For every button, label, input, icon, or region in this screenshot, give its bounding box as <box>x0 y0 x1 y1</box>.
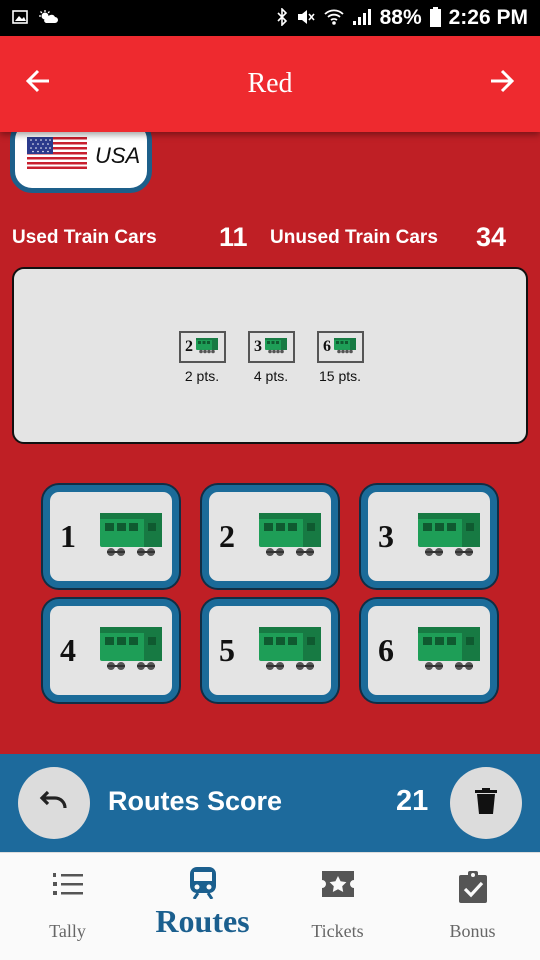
route-length-button-2[interactable]: 2 <box>202 485 338 588</box>
route-points: 4 pts. <box>253 368 289 384</box>
route-points: 2 pts. <box>184 368 220 384</box>
train-icon <box>189 867 217 904</box>
route-length: 2 <box>185 338 193 355</box>
train-car-icon <box>416 511 482 562</box>
arrow-left-icon[interactable] <box>18 67 58 102</box>
arrow-right-icon[interactable] <box>482 67 522 102</box>
train-car-icon <box>416 625 482 676</box>
route-length: 3 <box>254 338 262 355</box>
battery-percent: 88% <box>379 6 422 29</box>
route-length-number: 4 <box>60 632 76 668</box>
nav-tally[interactable]: Tally <box>0 853 135 960</box>
train-car-counts: Used Train Cars 11 Unused Train Cars 34 <box>0 222 540 256</box>
nav-label: Tally <box>49 921 86 941</box>
used-train-cars-value: 11 <box>219 222 248 252</box>
unused-train-cars-label: Unused Train Cars <box>270 227 438 248</box>
played-route-item[interactable]: 2 2 pts. <box>167 331 237 384</box>
route-length-button-1[interactable]: 1 <box>43 485 179 588</box>
battery-icon <box>429 6 441 30</box>
score-bar: Routes Score 21 <box>0 754 540 852</box>
clock: 2:26 PM <box>448 6 528 29</box>
nav-label: Bonus <box>449 921 496 941</box>
route-length-number: 5 <box>219 632 235 668</box>
image-notification-icon <box>12 9 28 27</box>
nav-bonus[interactable]: Bonus <box>405 853 540 960</box>
route-length-button-4[interactable]: 4 <box>43 599 179 702</box>
route-length-button-5[interactable]: 5 <box>202 599 338 702</box>
route-card: 2 <box>178 331 226 363</box>
train-car-icon <box>195 336 219 359</box>
country-name: USA <box>95 142 141 168</box>
route-length: 6 <box>323 338 331 355</box>
clipboard-check-icon <box>458 871 487 908</box>
played-routes-panel: 2 2 pts. 3 4 pts. 6 15 pts. <box>12 267 528 444</box>
route-length-number: 3 <box>378 518 394 554</box>
route-length-button-3[interactable]: 3 <box>361 485 497 588</box>
route-card: 3 <box>247 331 295 363</box>
mute-icon <box>296 8 316 29</box>
nav-routes[interactable]: Routes <box>135 853 270 960</box>
route-length-number: 1 <box>60 518 76 554</box>
signal-icon <box>352 8 372 29</box>
train-car-icon <box>98 511 164 562</box>
numbered-list-icon <box>52 871 83 902</box>
status-bar: 88% 2:26 PM <box>0 0 540 36</box>
route-length-number: 6 <box>378 632 394 668</box>
ticket-star-icon <box>321 871 354 902</box>
played-route-item[interactable]: 6 15 pts. <box>305 331 375 384</box>
route-points: 15 pts. <box>318 368 362 384</box>
train-car-icon <box>257 625 323 676</box>
train-car-icon <box>98 625 164 676</box>
used-train-cars-label: Used Train Cars <box>12 227 157 248</box>
bluetooth-icon <box>276 6 288 29</box>
train-car-icon <box>264 336 288 359</box>
nav-label: Tickets <box>311 921 364 941</box>
nav-label: Routes <box>155 903 250 939</box>
undo-icon <box>39 790 69 817</box>
us-flag-icon <box>27 137 87 174</box>
nav-tickets[interactable]: Tickets <box>270 853 405 960</box>
bottom-navigation: Tally Routes Tickets Bonus <box>0 852 540 960</box>
route-length-button-6[interactable]: 6 <box>361 599 497 702</box>
train-car-icon <box>333 336 357 359</box>
clear-button[interactable] <box>450 767 522 839</box>
app-bar: Red <box>0 36 540 132</box>
routes-score-value: 21 <box>396 785 429 817</box>
played-route-item[interactable]: 3 4 pts. <box>236 331 306 384</box>
undo-button[interactable] <box>18 767 90 839</box>
weather-icon <box>38 9 58 27</box>
train-car-icon <box>257 511 323 562</box>
unused-train-cars-value: 34 <box>476 222 507 252</box>
route-length-number: 2 <box>219 518 235 554</box>
trash-icon <box>475 787 497 819</box>
routes-score-label: Routes Score <box>108 786 283 816</box>
player-title: Red <box>247 68 293 99</box>
wifi-icon <box>323 8 344 29</box>
route-card: 6 <box>316 331 364 363</box>
